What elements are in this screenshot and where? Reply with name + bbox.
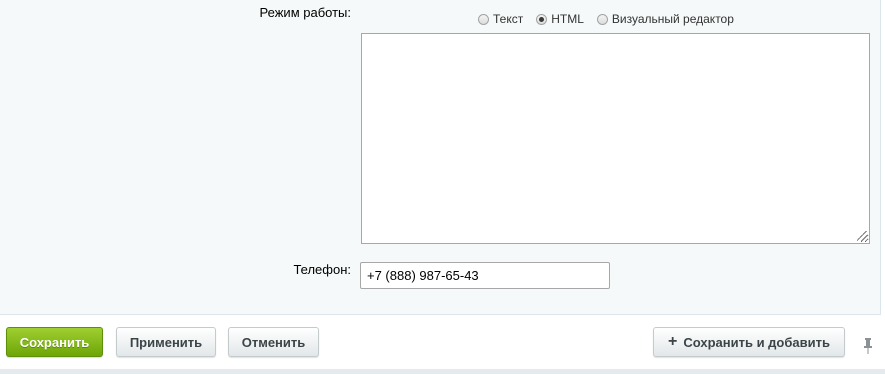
html-editor-textarea[interactable] — [361, 33, 870, 244]
radio-visual[interactable] — [596, 13, 608, 25]
save-button[interactable]: Сохранить — [6, 327, 103, 357]
mode-label: Режим работы: — [259, 5, 351, 20]
cancel-button[interactable]: Отменить — [228, 327, 319, 357]
plus-icon: + — [668, 333, 678, 350]
mode-option-html[interactable]: HTML — [536, 12, 584, 26]
phone-label: Телефон: — [293, 262, 351, 277]
mode-option-visual[interactable]: Визуальный редактор — [596, 12, 734, 26]
mode-option-text[interactable]: Текст — [478, 12, 523, 26]
footer-divider — [0, 369, 885, 374]
mode-option-visual-label: Визуальный редактор — [611, 12, 734, 26]
save-and-add-button[interactable]: + Сохранить и добавить — [653, 327, 845, 357]
apply-button[interactable]: Применить — [116, 327, 216, 357]
radio-text[interactable] — [478, 13, 489, 25]
pin-icon[interactable] — [862, 337, 874, 355]
mode-option-text-label: Текст — [493, 12, 524, 26]
phone-input[interactable]: +7 (888) 987-65-43 — [360, 262, 610, 289]
resize-grip-icon[interactable] — [857, 231, 867, 241]
form-panel: Режим работы: Текст HTML Визуальный реда… — [0, 0, 881, 315]
mode-radio-group: Текст HTML Визуальный редактор — [478, 11, 747, 27]
radio-html[interactable] — [536, 13, 548, 25]
save-and-add-label: Сохранить и добавить — [683, 334, 830, 350]
mode-option-html-label: HTML — [551, 12, 584, 26]
